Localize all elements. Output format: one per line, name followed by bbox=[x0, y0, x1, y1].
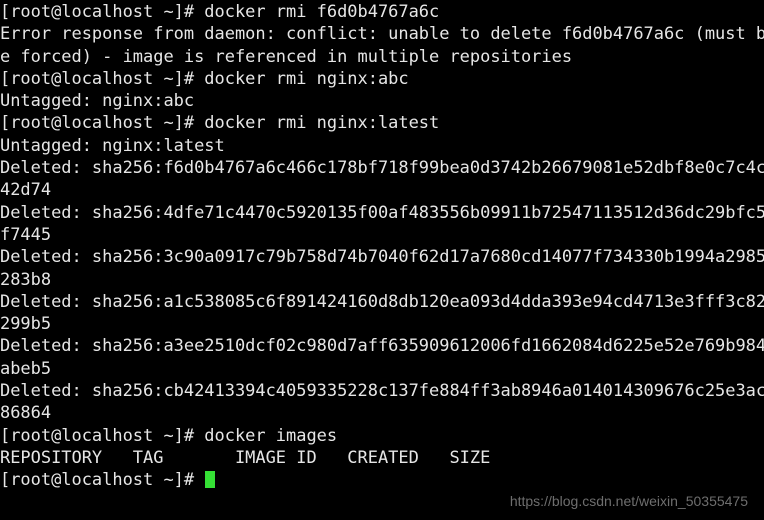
terminal-line: [root@localhost ~]# docker rmi nginx:abc bbox=[0, 68, 409, 89]
terminal-line: Deleted: sha256:a1c538085c6f891424160d8d… bbox=[0, 291, 764, 312]
terminal-line: Deleted: sha256:3c90a0917c79b758d74b7040… bbox=[0, 247, 764, 268]
terminal-line: 299b5 bbox=[0, 314, 52, 335]
terminal-line: Error response from daemon: conflict: un… bbox=[0, 24, 764, 45]
terminal-line: Untagged: nginx:abc bbox=[0, 91, 195, 112]
terminal-line: Deleted: sha256:a3ee2510dcf02c980d7aff63… bbox=[0, 336, 764, 357]
terminal-window[interactable]: [root@localhost ~]# docker rmi f6d0b4767… bbox=[0, 0, 764, 520]
terminal-line: [root@localhost ~]# docker rmi nginx:lat… bbox=[0, 113, 440, 134]
terminal-line: [root@localhost ~]# docker rmi f6d0b4767… bbox=[0, 2, 440, 22]
terminal-line: 42d74 bbox=[0, 180, 52, 201]
terminal-line: e forced) - image is referenced in multi… bbox=[0, 46, 573, 67]
terminal-line: 283b8 bbox=[0, 269, 52, 290]
terminal-line: f7445 bbox=[0, 224, 52, 245]
terminal-line: Deleted: sha256:4dfe71c4470c5920135f00af… bbox=[0, 202, 764, 223]
terminal-line: Deleted: sha256:cb42413394c4059335228c13… bbox=[0, 381, 764, 402]
terminal-screen: [root@localhost ~]# docker rmi f6d0b4767… bbox=[0, 1, 764, 492]
terminal-line: [root@localhost ~]# docker images bbox=[0, 425, 338, 446]
watermark-text: https://blog.csdn.net/weixin_50355475 bbox=[509, 492, 748, 509]
shell-prompt: [root@localhost ~]# bbox=[0, 470, 205, 491]
terminal-line: 86864 bbox=[0, 403, 52, 424]
text-cursor bbox=[205, 471, 216, 489]
terminal-line: REPOSITORY TAG IMAGE ID CREATED SIZE bbox=[0, 447, 491, 468]
terminal-line: Deleted: sha256:f6d0b4767a6c466c178bf718… bbox=[0, 158, 764, 179]
terminal-prompt-line[interactable]: [root@localhost ~]# bbox=[0, 469, 764, 491]
terminal-line: Untagged: nginx:latest bbox=[0, 135, 225, 156]
terminal-line: abeb5 bbox=[0, 358, 52, 379]
